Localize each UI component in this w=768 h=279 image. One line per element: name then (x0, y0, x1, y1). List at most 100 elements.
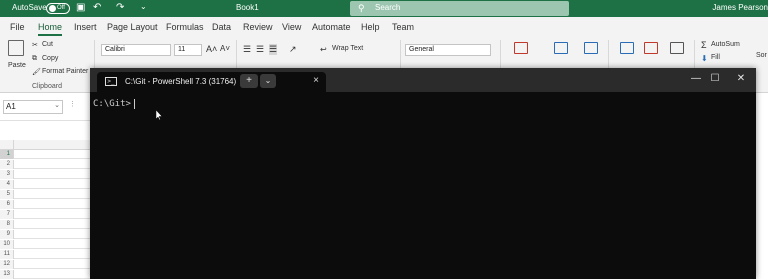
wrap-text-icon[interactable]: ↩ (320, 45, 327, 54)
conditional-formatting-icon[interactable] (514, 42, 528, 54)
search-box[interactable]: ⚲ Search (350, 1, 569, 16)
row-number[interactable]: 1 (0, 150, 14, 159)
select-all-corner[interactable] (0, 140, 14, 150)
row-number[interactable]: 7 (0, 210, 14, 219)
row-number[interactable]: 10 (0, 240, 14, 249)
format-cells-icon[interactable] (670, 42, 684, 54)
tab-insert[interactable]: Insert (74, 22, 97, 32)
sort-filter-label[interactable]: Sor (756, 52, 767, 59)
tab-help[interactable]: Help (361, 22, 380, 32)
cut-label[interactable]: Cut (42, 41, 53, 48)
align-bottom-icon[interactable]: ☰ (269, 44, 278, 55)
save-icon[interactable]: ▣ (76, 2, 85, 13)
name-box-dropdown-icon[interactable]: ⌄ (54, 101, 60, 109)
decrease-font-icon[interactable]: A˅ (220, 44, 230, 53)
table-row[interactable]: 9 (0, 230, 90, 239)
table-row[interactable]: 7 (0, 210, 90, 219)
tab-home[interactable]: Home (38, 22, 63, 36)
row-number[interactable]: 9 (0, 230, 14, 239)
terminal-window[interactable]: >_ C:\Git - PowerShell 7.3 (31764) × + ⌄… (90, 68, 756, 279)
font-name-select[interactable]: Calibri (101, 44, 171, 56)
wrap-text-label[interactable]: Wrap Text (332, 45, 363, 52)
fill-icon[interactable]: ⬇ (701, 54, 708, 63)
table-row[interactable]: 11 (0, 250, 90, 259)
format-as-table-icon[interactable] (554, 42, 568, 54)
name-box-value: A1 (6, 102, 16, 111)
tab-dropdown-button[interactable]: ⌄ (260, 74, 276, 88)
table-row[interactable]: 5 (0, 190, 90, 199)
paste-icon[interactable] (8, 40, 24, 56)
cell-styles-icon[interactable] (584, 42, 598, 54)
row-number[interactable]: 13 (0, 270, 14, 279)
tab-formulas[interactable]: Formulas (166, 22, 204, 32)
autosum-label[interactable]: AutoSum (711, 41, 740, 48)
cut-icon[interactable]: ✂ (32, 41, 38, 49)
row-number[interactable]: 5 (0, 190, 14, 199)
table-row[interactable]: 10 (0, 240, 90, 249)
user-name[interactable]: James Pearson (712, 3, 768, 12)
redo-icon[interactable]: ↷ (116, 2, 124, 13)
row-number[interactable]: 11 (0, 250, 14, 259)
name-box[interactable]: A1 ⌄ (3, 100, 63, 114)
number-format-select[interactable]: General (405, 44, 491, 56)
tab-review[interactable]: Review (243, 22, 273, 32)
maximize-button[interactable]: ☐ (705, 73, 725, 84)
table-row[interactable]: 6 (0, 200, 90, 209)
search-placeholder: Search (375, 3, 401, 12)
autosum-icon[interactable]: Σ (701, 40, 707, 50)
mouse-pointer-icon (156, 110, 162, 120)
tab-page-layout[interactable]: Page Layout (107, 22, 158, 32)
table-row[interactable]: 13 (0, 270, 90, 279)
close-tab-icon[interactable]: × (313, 75, 319, 86)
row-number[interactable]: 12 (0, 260, 14, 269)
row-number[interactable]: 8 (0, 220, 14, 229)
table-row[interactable]: 2 (0, 160, 90, 169)
copy-icon[interactable]: ⧉ (32, 55, 37, 63)
row-number[interactable]: 4 (0, 180, 14, 189)
autosave-toggle[interactable]: Off (46, 3, 70, 14)
tab-view[interactable]: View (282, 22, 301, 32)
font-size-select[interactable]: 11 (174, 44, 202, 56)
copy-label[interactable]: Copy (42, 55, 58, 62)
number-format-value: General (409, 46, 434, 53)
table-row[interactable]: 1 (0, 150, 90, 159)
align-middle-icon[interactable]: ☰ (256, 44, 264, 55)
ribbon-tabs: File Home Insert Page Layout Formulas Da… (0, 17, 768, 36)
increase-font-icon[interactable]: A˄ (206, 44, 217, 54)
fill-label[interactable]: Fill (711, 54, 720, 61)
table-row[interactable]: 8 (0, 220, 90, 229)
minimize-button[interactable]: — (686, 73, 706, 84)
terminal-tab[interactable]: >_ C:\Git - PowerShell 7.3 (31764) × (97, 72, 326, 92)
search-icon: ⚲ (358, 3, 365, 13)
terminal-tab-title: C:\Git - PowerShell 7.3 (31764) (125, 77, 237, 86)
delete-cells-icon[interactable] (644, 42, 658, 54)
tab-team[interactable]: Team (392, 22, 414, 32)
table-row[interactable]: 3 (0, 170, 90, 179)
tab-automate[interactable]: Automate (312, 22, 351, 32)
tab-data[interactable]: Data (212, 22, 231, 32)
align-top-icon[interactable]: ☰ (243, 44, 251, 55)
table-row[interactable]: 4 (0, 180, 90, 189)
clipboard-group-label: Clipboard (32, 83, 62, 90)
undo-icon[interactable]: ↶ (93, 2, 101, 13)
terminal-title-bar[interactable]: >_ C:\Git - PowerShell 7.3 (31764) × + ⌄… (90, 68, 756, 92)
format-painter-label[interactable]: Format Painter (42, 68, 88, 75)
terminal-console[interactable]: C:\Git> (90, 92, 756, 279)
quick-access-customize-icon[interactable]: ⌄ (140, 2, 147, 11)
table-row[interactable]: 12 (0, 260, 90, 269)
paste-label[interactable]: Paste (8, 62, 26, 69)
tab-file[interactable]: File (10, 22, 25, 32)
format-painter-icon[interactable]: 🖌 (32, 68, 41, 76)
row-number[interactable]: 2 (0, 160, 14, 169)
column-header-row (0, 140, 90, 150)
font-name-value: Calibri (105, 46, 125, 53)
close-window-button[interactable]: ✕ (731, 73, 751, 84)
new-tab-button[interactable]: + (240, 74, 258, 88)
powershell-icon: >_ (105, 77, 117, 86)
autosave-label: AutoSave (12, 3, 47, 12)
orientation-icon[interactable]: ↗ (289, 44, 297, 55)
row-number[interactable]: 6 (0, 200, 14, 209)
row-number[interactable]: 3 (0, 170, 14, 179)
insert-cells-icon[interactable] (620, 42, 634, 54)
sheet-area-right-edge (756, 93, 768, 279)
